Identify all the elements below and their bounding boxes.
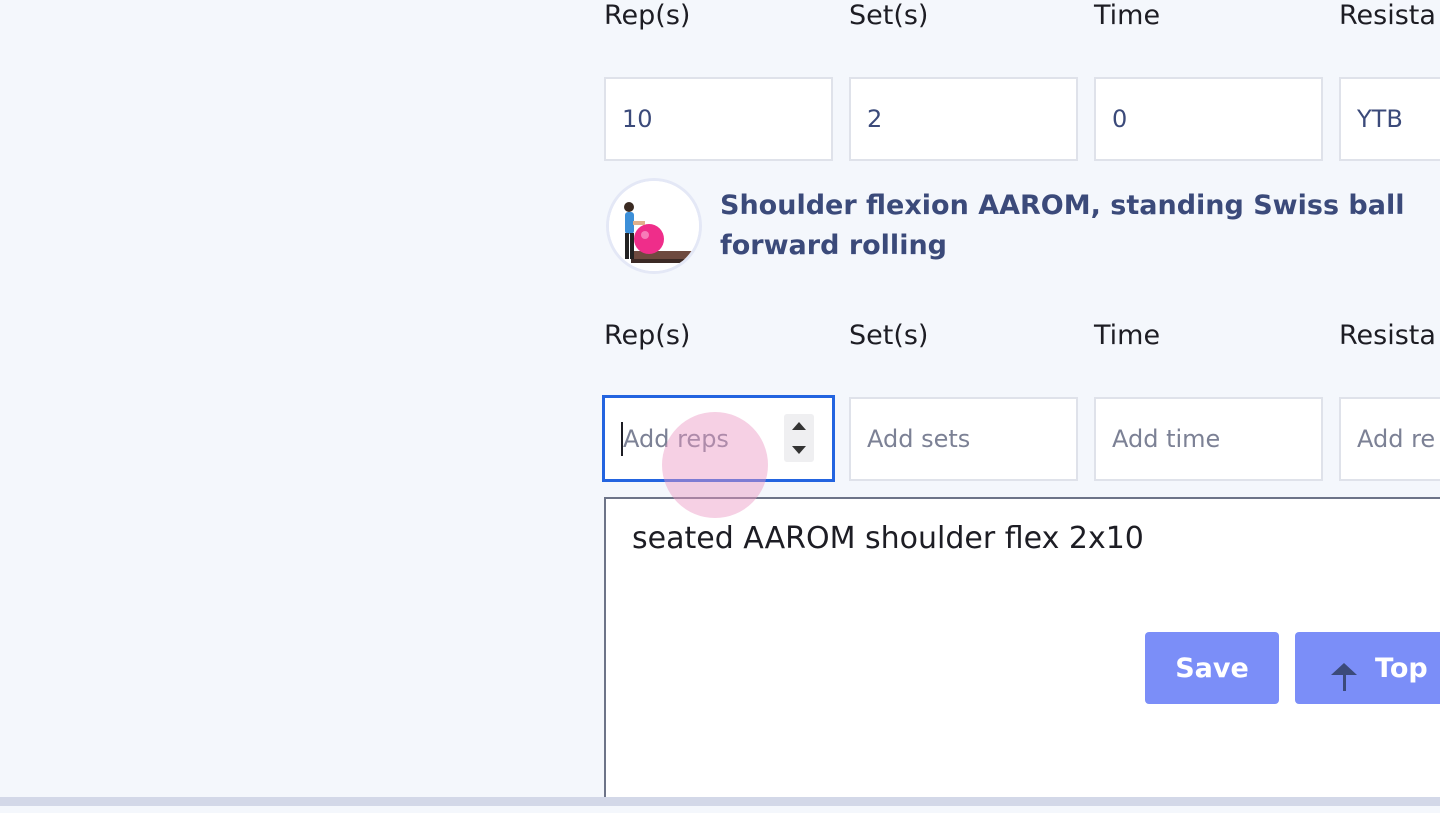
- time-input[interactable]: Add time: [1094, 397, 1323, 481]
- number-spinner[interactable]: [784, 414, 814, 462]
- horizontal-scrollbar[interactable]: [0, 797, 1440, 806]
- sets-input[interactable]: 2: [849, 77, 1078, 161]
- reps-label: Rep(s): [604, 0, 691, 31]
- scroll-to-top-button[interactable]: Top: [1295, 632, 1440, 704]
- time-label: Time: [1094, 0, 1161, 31]
- exercise-editor-page: Rep(s) Set(s) Time Resista 10 2 0 YTB Sh…: [0, 0, 1440, 813]
- exercise-thumbnail[interactable]: [606, 178, 702, 274]
- reps-number-input[interactable]: Add reps: [602, 395, 835, 482]
- resistance-label: Resista: [1339, 320, 1436, 351]
- sets-label: Set(s): [849, 320, 929, 351]
- notes-text: seated AAROM shoulder flex 2x10: [632, 521, 1144, 556]
- spin-down-icon[interactable]: [792, 446, 806, 454]
- resistance-input[interactable]: Add re: [1339, 397, 1440, 481]
- resistance-input[interactable]: YTB: [1339, 77, 1440, 161]
- exercise-photo-icon: [609, 181, 699, 271]
- reps-input[interactable]: 10: [604, 77, 833, 161]
- save-button[interactable]: Save: [1145, 632, 1279, 704]
- time-label: Time: [1094, 320, 1161, 351]
- reps-label: Rep(s): [604, 320, 691, 351]
- time-input[interactable]: 0: [1094, 77, 1323, 161]
- exercise-title-link[interactable]: Shoulder flexion AAROM, standing Swiss b…: [720, 186, 1440, 266]
- sets-label: Set(s): [849, 0, 929, 31]
- save-button-label: Save: [1175, 652, 1249, 684]
- sets-input[interactable]: Add sets: [849, 397, 1078, 481]
- reps-placeholder: Add reps: [623, 424, 729, 453]
- spin-up-icon[interactable]: [792, 422, 806, 430]
- top-button-label: Top: [1375, 652, 1428, 684]
- resistance-label: Resista: [1339, 0, 1436, 31]
- arrow-up-icon: [1331, 663, 1357, 693]
